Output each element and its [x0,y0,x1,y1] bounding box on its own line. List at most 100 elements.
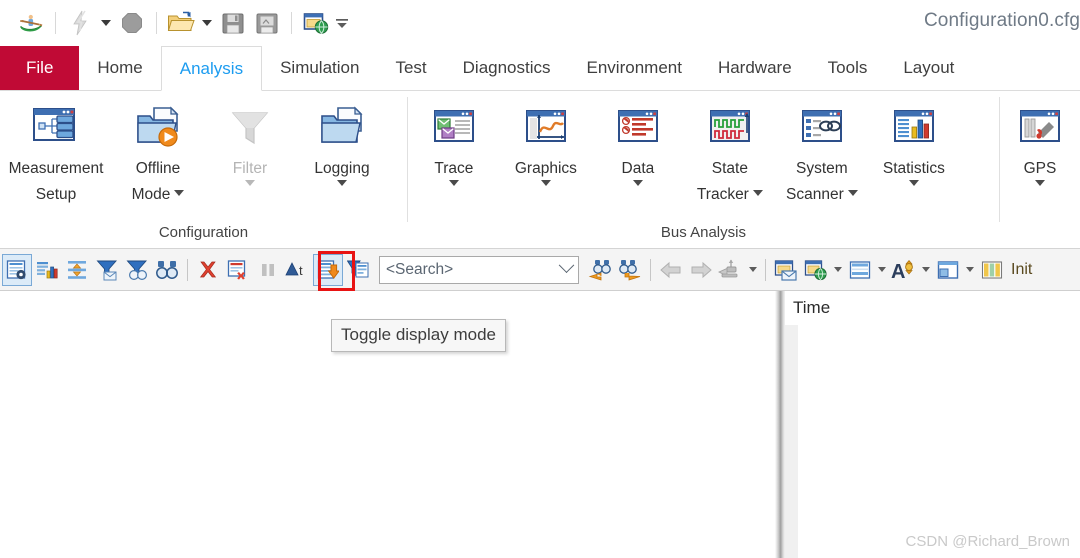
chevron-down-icon[interactable] [540,180,551,186]
open-dropdown-icon[interactable] [198,8,216,38]
trigger-button[interactable]: t [283,254,313,286]
qat-separator-2 [156,12,157,34]
chevron-down-icon[interactable] [558,257,575,274]
export-mail-button[interactable] [771,254,801,286]
offline-mode-button[interactable]: Offline Mode [112,100,204,206]
expand-collapse-button[interactable] [62,254,92,286]
ribbon-group-gps-label [1000,241,1080,248]
toggle-display-mode-tooltip: Toggle display mode [331,319,506,352]
gps-window-icon [1016,102,1064,154]
clear-button[interactable] [193,254,223,286]
lightning-icon[interactable] [63,6,97,40]
window-layout-dropdown-icon[interactable] [963,254,977,286]
ribbon-group-configuration-items: Measurement Setup Offline Mode Filter Lo… [0,91,407,224]
watermark-text: CSDN @Richard_Brown [905,533,1070,550]
tab-environment[interactable]: Environment [569,46,700,90]
trace-button[interactable]: Trace [408,100,500,186]
qat-separator-1 [55,12,56,34]
tab-simulation[interactable]: Simulation [262,46,377,90]
open-folder-icon[interactable] [164,6,198,40]
chevron-down-icon[interactable] [1035,180,1045,186]
export-web-button[interactable] [801,254,831,286]
gps-button[interactable]: GPS [1000,100,1080,186]
chevron-down-icon[interactable] [752,190,763,196]
analysis-filter-button[interactable] [343,254,373,286]
svg-text:A: A [891,261,905,281]
toggle-display-mode-button[interactable] [313,253,343,286]
navigate-forward-button [686,254,716,286]
tab-home[interactable]: Home [79,46,160,90]
state-tracker-button[interactable]: State Tracker [684,100,776,206]
search-input-value: <Search> [386,260,454,278]
offline-mode-label-row: Mode [132,180,185,206]
find-button[interactable] [152,254,182,286]
gps-label-row [1035,180,1045,186]
statistics-label: Statistics [882,160,945,177]
chevron-down-icon[interactable] [632,180,643,186]
application-window: Configuration0.cfg File Home Analysis Si… [0,0,1080,558]
export-web-dropdown-icon[interactable] [831,254,845,286]
clear-window-button[interactable] [223,254,253,286]
filter-messages-button[interactable] [92,254,122,286]
font-settings-button[interactable]: A [889,254,919,286]
right-pane[interactable]: Time [785,291,1080,558]
globe-window-icon[interactable] [299,6,333,40]
font-settings-dropdown-icon[interactable] [919,254,933,286]
find-next-button[interactable] [615,254,645,286]
tab-layout[interactable]: Layout [885,46,972,90]
tab-file[interactable]: File [0,46,80,90]
stop-octagon-icon[interactable] [115,6,149,40]
measurement-setup-label-line2: Setup [35,186,77,203]
save-icon[interactable] [216,6,250,40]
quick-access-toolbar: Configuration0.cfg [0,0,1080,46]
chevron-down-icon[interactable] [174,190,185,196]
filter-stop-button[interactable] [122,254,152,286]
search-input[interactable]: <Search> [379,255,579,284]
column-header-time[interactable]: Time [785,291,1080,325]
tab-tools[interactable]: Tools [810,46,886,90]
find-previous-button[interactable] [585,254,615,286]
chevron-down-icon[interactable] [337,180,347,186]
ribbon-tabstrip: File Home Analysis Simulation Test Diagn… [0,46,1080,91]
toggle-column-settings-button[interactable] [2,253,32,286]
window-layout-button[interactable] [933,254,963,286]
toolbar-trailing-label: Init [1011,260,1033,278]
lightning-dropdown-icon[interactable] [97,8,115,38]
marker-dropdown-icon[interactable] [746,254,760,286]
chevron-down-icon [966,267,974,272]
layout-rows-button[interactable] [845,254,875,286]
chevron-down-icon [245,180,255,186]
data-button[interactable]: Data [592,100,684,186]
logging-button[interactable]: Logging [296,100,388,186]
chevron-down-icon[interactable] [847,190,858,196]
statistics-button[interactable]: Statistics [868,100,960,186]
chevron-down-icon [922,267,930,272]
system-scanner-button[interactable]: System Scanner [776,100,868,206]
graphics-button[interactable]: Graphics [500,100,592,186]
tab-hardware[interactable]: Hardware [700,46,810,90]
ribbon-group-gps: GPS [1000,91,1080,248]
statistics-view-button[interactable] [32,254,62,286]
chevron-down-icon[interactable] [908,180,919,186]
state-tracker-label-row: Tracker [697,180,763,206]
save-as-icon[interactable] [250,6,284,40]
layout-rows-dropdown-icon[interactable] [875,254,889,286]
logging-icon [317,102,367,154]
columns-button[interactable] [977,254,1007,286]
tab-test[interactable]: Test [377,46,444,90]
customize-qat-icon[interactable] [333,8,351,38]
tab-diagnostics[interactable]: Diagnostics [445,46,569,90]
system-scanner-icon [798,102,846,154]
chevron-down-icon[interactable] [448,180,459,186]
measurement-setup-button[interactable]: Measurement Setup [0,100,112,206]
tab-analysis[interactable]: Analysis [160,46,263,91]
ribbon-group-configuration-label: Configuration [158,224,249,241]
canoe-kayak-logo-icon[interactable] [14,6,48,40]
ribbon-body: Measurement Setup Offline Mode Filter Lo… [0,91,1080,249]
pane-splitter[interactable] [775,291,785,558]
toolbar-separator-3 [765,258,766,281]
system-scanner-label-line2: Scanner [786,186,844,203]
svg-text:t: t [299,263,303,278]
data-window-icon [614,102,662,154]
state-tracker-label-line2: Tracker [696,186,749,203]
